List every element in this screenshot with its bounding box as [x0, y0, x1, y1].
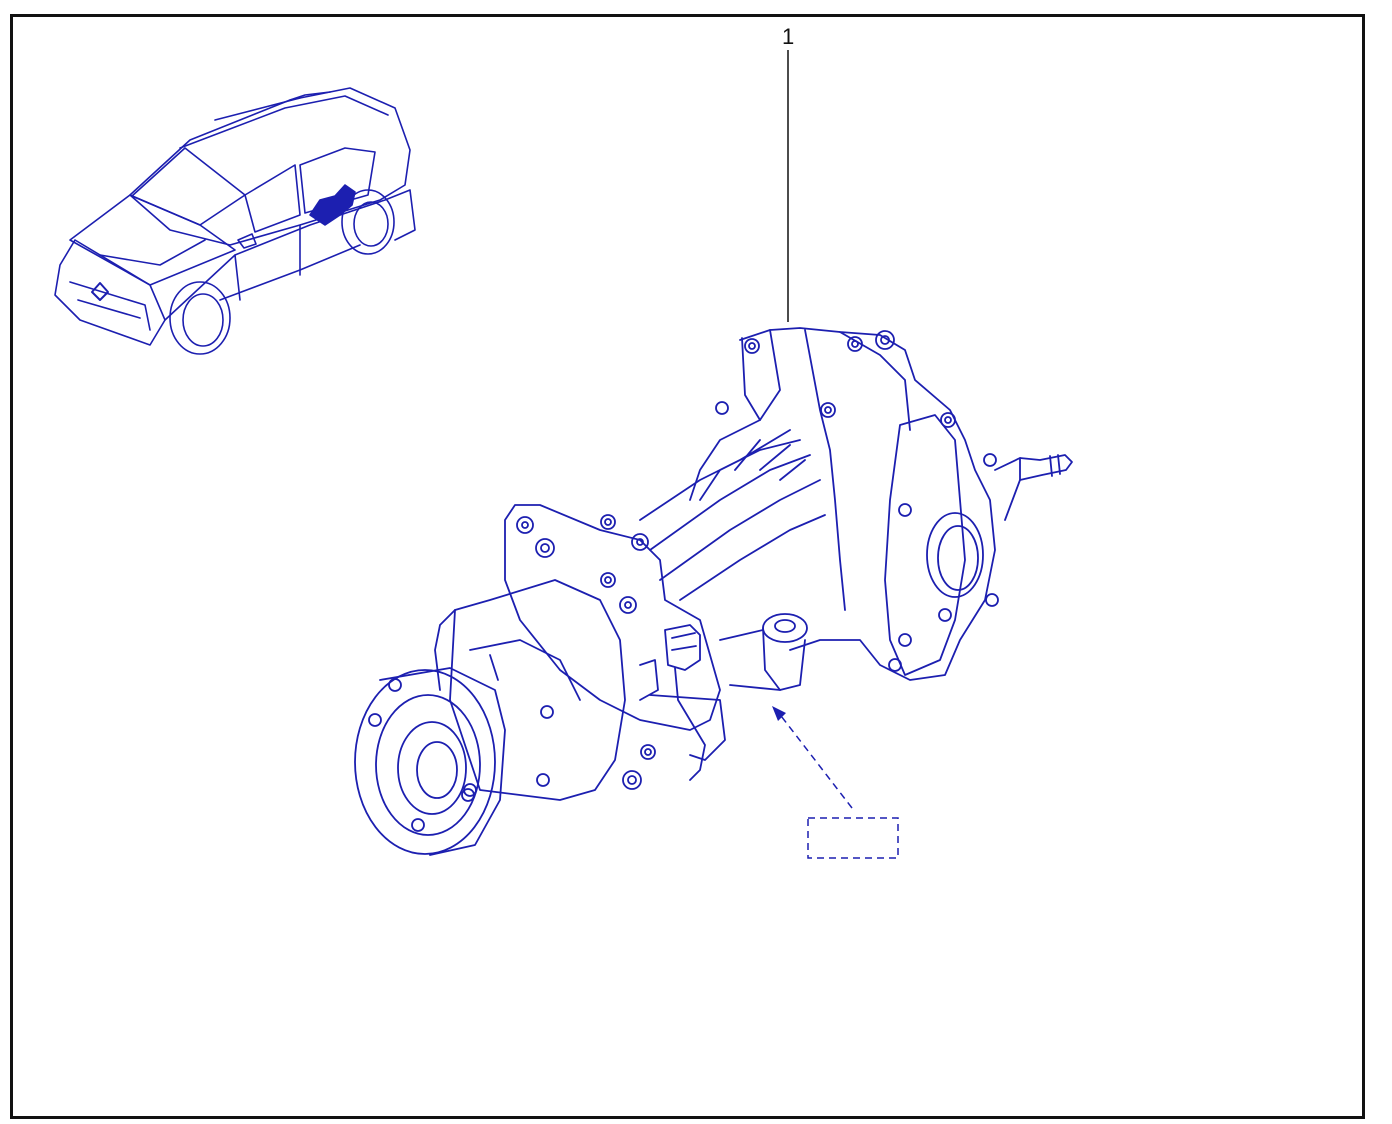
reference-box-icon[interactable]: [807, 817, 899, 859]
reference-dashed-arrow: [777, 711, 853, 809]
callout-1[interactable]: 1: [782, 24, 794, 322]
reference-indicator: [772, 706, 899, 859]
callout-label[interactable]: 1: [782, 24, 794, 49]
vehicle-location-icon: [54, 87, 416, 355]
rear-differential-icon: [354, 327, 1073, 856]
exploded-parts-diagram: 1: [54, 24, 1073, 859]
